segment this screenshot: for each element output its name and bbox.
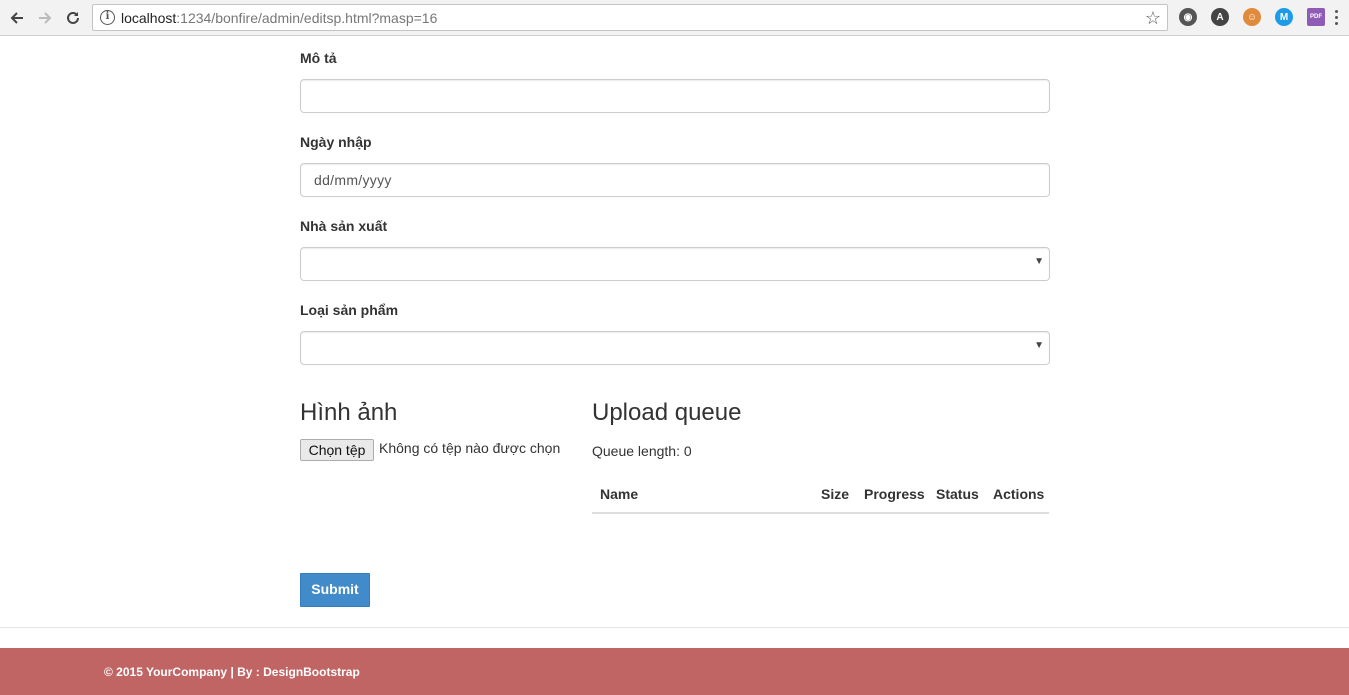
column-header-progress: Progress xyxy=(864,486,925,502)
column-header-size: Size xyxy=(821,486,850,502)
loaisanpham-select[interactable]: ▼ xyxy=(300,331,1050,365)
upload-queue-table: Name Size Progress Status Actions xyxy=(592,476,1049,514)
forward-button[interactable] xyxy=(33,6,57,30)
loaisanpham-label: Loại sản phẩm xyxy=(300,302,399,318)
image-heading: Hình ảnh xyxy=(300,399,398,426)
face-extension-icon[interactable]: ☺ xyxy=(1243,8,1261,26)
no-file-text: Không có tệp nào được chọn xyxy=(379,440,561,456)
column-header-status: Status xyxy=(936,486,979,502)
bookmark-star-icon[interactable]: ☆ xyxy=(1145,8,1161,28)
column-header-name: Name xyxy=(600,486,639,502)
dropdown-arrow-icon: ▼ xyxy=(1034,340,1044,351)
mota-label: Mô tả xyxy=(300,50,337,66)
back-button[interactable] xyxy=(5,6,29,30)
browser-menu-icon[interactable] xyxy=(1335,10,1339,28)
eye-extension-icon[interactable]: ◉ xyxy=(1179,8,1197,26)
nhasanxuat-select[interactable]: ▼ xyxy=(300,247,1050,281)
footer-divider xyxy=(0,627,1349,628)
pdf-extension-icon[interactable]: PDF xyxy=(1307,8,1325,26)
footer-copyright: © 2015 YourCompany | By : DesignBootstra… xyxy=(104,665,360,679)
mota-input[interactable] xyxy=(300,79,1050,113)
forward-arrow-icon xyxy=(39,12,52,24)
choose-file-button[interactable]: Chọn tệp xyxy=(300,439,374,461)
back-arrow-icon xyxy=(10,12,23,24)
footer: © 2015 YourCompany | By : DesignBootstra… xyxy=(0,648,1349,695)
reload-icon xyxy=(67,11,79,24)
nhasanxuat-label: Nhà sản xuất xyxy=(300,218,388,234)
url-text: localhost:1234/bonfire/admin/editsp.html… xyxy=(121,10,438,26)
column-header-actions: Actions xyxy=(993,486,1045,502)
upload-queue-heading: Upload queue xyxy=(592,399,742,426)
reload-button[interactable] xyxy=(61,6,85,30)
m-extension-icon[interactable]: M xyxy=(1275,8,1293,26)
submit-button[interactable]: Submit xyxy=(300,573,370,607)
a-extension-icon[interactable]: A xyxy=(1211,8,1229,26)
date-placeholder: dd/mm/yyyy xyxy=(314,172,392,188)
ngaynhap-date-input[interactable]: dd/mm/yyyy xyxy=(300,163,1050,197)
ngaynhap-label: Ngày nhập xyxy=(300,134,372,150)
info-icon[interactable]: i xyxy=(100,10,115,25)
address-bar[interactable]: i localhost:1234/bonfire/admin/editsp.ht… xyxy=(92,4,1168,31)
dropdown-arrow-icon: ▼ xyxy=(1034,256,1044,267)
browser-toolbar: i localhost:1234/bonfire/admin/editsp.ht… xyxy=(0,0,1349,36)
queue-length-text: Queue length: 0 xyxy=(592,443,692,459)
